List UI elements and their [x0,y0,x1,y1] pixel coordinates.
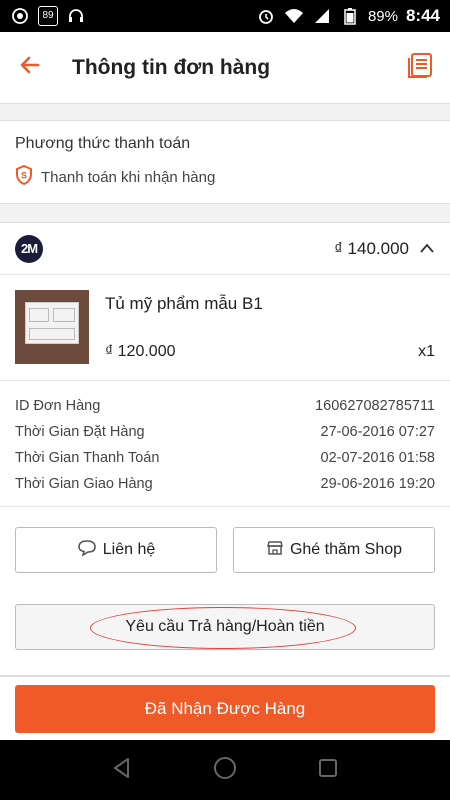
arrow-left-icon [18,53,42,82]
clock: 8:44 [405,6,440,25]
order-details: ID Đơn Hàng 160627082785711 Thời Gian Đặ… [0,381,450,507]
detail-row: Thời Gian Giao Hàng 29-06-2016 19:20 [15,471,435,497]
page-title: Thông tin đơn hàng [72,55,271,79]
shop-logo: 2M [15,234,43,263]
contact-label: Liên hệ [102,541,156,558]
contact-button[interactable]: Liên hệ [15,527,217,573]
detail-row: ID Đơn Hàng 160627082785711 [15,393,435,419]
battery-icon [340,6,360,26]
bottom-action-bar: Đã Nhận Được Hàng [0,676,450,740]
whatsapp-icon [10,6,30,26]
app-bar: Thông tin đơn hàng [0,32,450,104]
payment-method-value: Thanh toán khi nhận hàng [41,169,216,186]
detail-label: Thời Gian Đặt Hàng [15,424,145,440]
shop-header[interactable]: 2M ₫ 140.000 [0,223,450,275]
wifi-icon [284,6,304,26]
sim-icon: 89 [38,6,58,26]
system-nav-bar [0,740,450,800]
detail-value: 27-06-2016 07:27 [320,424,436,440]
nav-recents-button[interactable] [308,750,348,790]
return-refund-button[interactable]: Yêu cầu Trả hàng/Hoàn tiền [15,604,435,650]
order-item[interactable]: Tủ mỹ phẩm mẫu B1 ₫ 120.000 x1 [0,275,450,381]
chat-bubble-icon [77,539,97,562]
detail-label: ID Đơn Hàng [15,398,101,414]
detail-row: Thời Gian Đặt Hàng 27-06-2016 07:27 [15,419,435,445]
headset-icon [66,6,86,26]
order-actions: Liên hệ Ghé thăm Shop [0,507,450,603]
svg-text:S: S [21,171,27,181]
payment-method-label: Phương thức thanh toán [15,135,191,152]
product-name: Tủ mỹ phẩm mẫu B1 [105,294,263,313]
return-request-area: Yêu cầu Trả hàng/Hoàn tiền [15,604,435,650]
detail-value: 02-07-2016 01:58 [320,450,436,466]
triangle-back-icon [110,756,134,785]
order-received-button[interactable]: Đã Nhận Được Hàng [15,685,435,733]
product-quantity: x1 [418,343,435,360]
shop-icon [266,540,284,561]
signal-icon [312,6,332,26]
back-button[interactable] [0,32,60,104]
battery-percent: 89% [367,7,398,25]
circle-home-icon [212,755,238,786]
chevron-up-icon[interactable] [419,239,435,259]
shield-icon: S [15,164,33,190]
payment-section: Phương thức thanh toán S Thanh toán khi … [0,120,450,204]
order-total: ₫ 140.000 [334,238,409,258]
detail-row: Thời Gian Thanh Toán 02-07-2016 01:58 [15,445,435,471]
nav-back-button[interactable] [102,750,142,790]
status-bar: 89 89% 8:44 [0,0,450,32]
product-image [15,290,89,364]
product-price: ₫ 120.000 [105,343,176,360]
alarm-icon [256,6,276,26]
detail-value: 160627082785711 [315,398,435,414]
visit-shop-button[interactable]: Ghé thăm Shop [233,527,435,573]
square-recents-icon [317,757,339,784]
document-list-icon [406,51,434,84]
visit-shop-label: Ghé thăm Shop [289,541,403,558]
detail-label: Thời Gian Thanh Toán [15,450,160,466]
order-list-button[interactable] [390,32,450,104]
nav-home-button[interactable] [205,750,245,790]
detail-label: Thời Gian Giao Hàng [15,476,153,492]
return-refund-label: Yêu cầu Trả hàng/Hoàn tiền [125,618,325,635]
detail-value: 29-06-2016 19:20 [320,476,436,492]
